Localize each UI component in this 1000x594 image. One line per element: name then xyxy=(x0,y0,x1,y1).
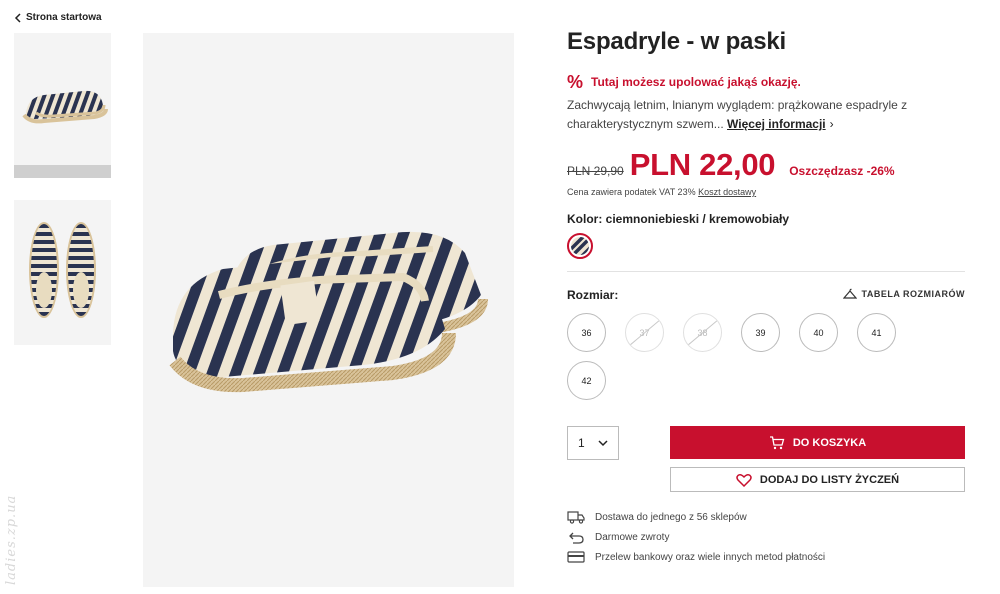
size-option-36[interactable]: 36 xyxy=(567,313,606,352)
quantity-select[interactable]: 1 xyxy=(567,426,619,460)
deal-banner: % Tutaj możesz upolować jakąś okazję. xyxy=(567,73,801,91)
vat-note: Cena zawiera podatek VAT 23% Koszt dosta… xyxy=(567,187,756,197)
vat-text: Cena zawiera podatek VAT 23% xyxy=(567,187,696,197)
product-description: Zachwycają letnim, lnianym wyglądem: prą… xyxy=(567,96,917,134)
more-info-link[interactable]: Więcej informacji xyxy=(727,117,826,131)
saving-badge: Oszczędzasz -26% xyxy=(789,164,895,178)
percent-icon: % xyxy=(567,72,584,92)
back-link-label: Strona startowa xyxy=(26,12,102,23)
size-label: Rozmiar: xyxy=(567,288,619,302)
current-price: PLN 22,00 xyxy=(629,147,776,182)
chevron-right-icon: › xyxy=(829,117,834,131)
info-payment-text: Przelew bankowy oraz wiele innych metod … xyxy=(595,551,826,563)
info-delivery-text: Dostawa do jednego z 56 sklepów xyxy=(595,511,747,523)
size-option-41[interactable]: 41 xyxy=(857,313,896,352)
thumbnail-1[interactable] xyxy=(14,33,111,165)
size-option-39[interactable]: 39 xyxy=(741,313,780,352)
cart-icon xyxy=(769,435,785,449)
chevron-down-icon xyxy=(598,439,608,446)
info-payment: Przelew bankowy oraz wiele innych metod … xyxy=(567,550,825,564)
add-to-wishlist-button[interactable]: DODAJ DO LISTY ŻYCZEŃ xyxy=(670,467,965,492)
size-option-38-unavailable[interactable]: 38 xyxy=(683,313,722,352)
info-returns: Darmowe zwroty xyxy=(567,530,669,544)
info-returns-text: Darmowe zwroty xyxy=(595,531,670,543)
info-delivery: Dostawa do jednego z 56 sklepów xyxy=(567,510,747,524)
size-option-40[interactable]: 40 xyxy=(799,313,838,352)
old-price: PLN 29,90 xyxy=(567,164,624,178)
thumbnail-2-image xyxy=(29,222,96,318)
shipping-cost-link[interactable]: Koszt dostawy xyxy=(698,187,756,197)
hanger-icon xyxy=(842,288,857,299)
price-row: PLN 29,90 PLN 22,00 Oszczędzasz -26% xyxy=(567,147,895,183)
thumbnail-1-active-indicator xyxy=(14,165,111,178)
wishlist-label: DODAJ DO LISTY ŻYCZEŃ xyxy=(759,473,900,486)
color-label: Kolor: ciemnoniebieski / kremowobiały xyxy=(567,212,790,226)
add-to-cart-label: DO KOSZYKA xyxy=(792,436,867,449)
thumbnail-2[interactable] xyxy=(14,200,111,345)
back-link[interactable]: Strona startowa xyxy=(14,12,102,23)
truck-icon xyxy=(567,511,585,524)
return-arrow-icon xyxy=(569,532,584,544)
size-option-37-unavailable[interactable]: 37 xyxy=(625,313,664,352)
size-table-label: TABELA ROZMIARÓW xyxy=(861,289,965,299)
watermark: ladies.zp.ua xyxy=(4,494,19,585)
heart-icon xyxy=(736,473,752,487)
color-swatch-selected[interactable] xyxy=(567,233,593,259)
quantity-value: 1 xyxy=(578,436,585,450)
thumbnail-1-image xyxy=(22,90,108,124)
deal-text: Tutaj możesz upolować jakąś okazję. xyxy=(591,75,801,89)
main-product-image[interactable] xyxy=(143,33,514,587)
chevron-left-icon xyxy=(14,12,21,23)
striped-swatch-icon xyxy=(571,237,589,255)
credit-card-icon xyxy=(567,551,585,563)
size-table-link[interactable]: TABELA ROZMIARÓW xyxy=(842,288,965,300)
divider xyxy=(567,271,965,272)
add-to-cart-button[interactable]: DO KOSZYKA xyxy=(670,426,965,459)
espadrille-image xyxy=(169,231,488,393)
product-title: Espadryle - w paski xyxy=(567,28,786,55)
size-option-42[interactable]: 42 xyxy=(567,361,606,400)
